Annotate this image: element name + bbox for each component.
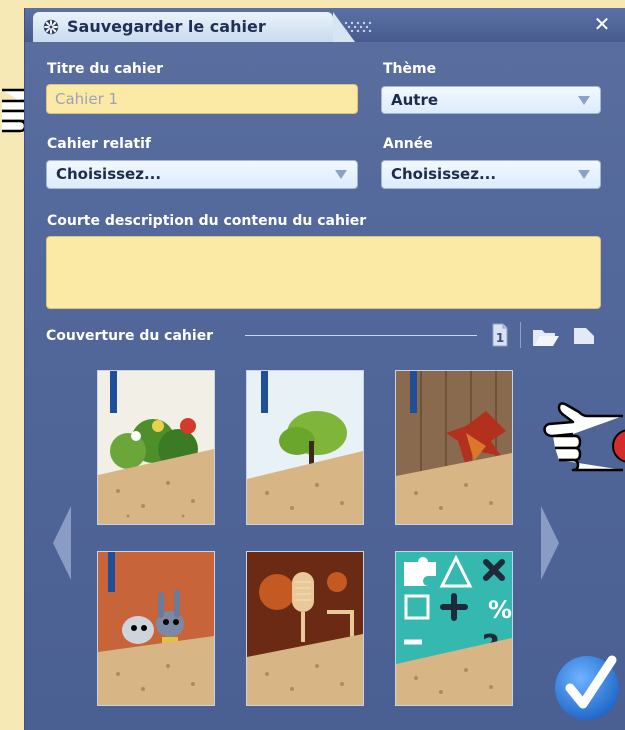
tree-cover-image bbox=[247, 371, 363, 524]
description-textarea[interactable] bbox=[46, 236, 601, 309]
cover-option-flowers[interactable] bbox=[97, 370, 215, 525]
cover-option-music[interactable] bbox=[246, 551, 364, 706]
pointing-hand-icon bbox=[543, 402, 625, 472]
theme-label: Thème bbox=[383, 61, 437, 77]
title-label: Titre du cahier bbox=[47, 61, 164, 77]
open-folder-icon[interactable] bbox=[531, 326, 561, 348]
cover-option-leaves[interactable] bbox=[395, 370, 513, 525]
confirm-button[interactable] bbox=[552, 652, 622, 722]
theme-select[interactable]: Autre bbox=[381, 86, 601, 114]
cover-label: Couverture du cahier bbox=[46, 328, 214, 344]
gear-icon bbox=[43, 19, 59, 35]
related-select[interactable]: Choisissez... bbox=[46, 160, 358, 189]
cover-option-tree[interactable] bbox=[246, 370, 364, 525]
toolbar-separator bbox=[520, 322, 521, 348]
svg-text:1: 1 bbox=[496, 331, 504, 345]
new-page-icon[interactable] bbox=[572, 326, 596, 346]
year-select-value: Choisissez... bbox=[391, 165, 497, 183]
cover-option-puzzle-math[interactable]: % ? bbox=[395, 551, 513, 706]
cover-option-rabbits[interactable] bbox=[97, 551, 215, 706]
page-number-icon[interactable]: 1 bbox=[489, 323, 509, 347]
chevron-down-icon bbox=[578, 170, 590, 179]
theme-select-value: Autre bbox=[391, 91, 439, 109]
dialog-title: Sauvegarder le cahier bbox=[67, 17, 266, 36]
music-cover-image bbox=[247, 552, 363, 705]
title-tab: Sauvegarder le cahier bbox=[33, 12, 355, 42]
related-select-value: Choisissez... bbox=[56, 165, 162, 183]
chevron-down-icon bbox=[335, 170, 347, 179]
save-notebook-dialog: Sauvegarder le cahier ✕ Titre du cahier … bbox=[24, 8, 625, 730]
title-input[interactable]: Cahier 1 bbox=[46, 84, 358, 114]
year-select[interactable]: Choisissez... bbox=[381, 160, 601, 189]
dialog-titlebar[interactable]: Sauvegarder le cahier ✕ bbox=[25, 8, 625, 42]
close-icon[interactable]: ✕ bbox=[592, 14, 612, 34]
year-label: Année bbox=[383, 136, 433, 152]
puzzle-math-cover-image: % ? bbox=[396, 552, 512, 705]
cover-divider bbox=[245, 335, 477, 336]
rabbits-cover-image bbox=[98, 552, 214, 705]
next-arrow-icon[interactable] bbox=[539, 504, 561, 582]
description-label: Courte description du contenu du cahier bbox=[47, 213, 367, 229]
svg-text:%: % bbox=[488, 596, 512, 624]
related-label: Cahier relatif bbox=[47, 136, 151, 152]
drag-grip-icon[interactable] bbox=[343, 20, 373, 32]
flowers-cover-image bbox=[98, 371, 214, 524]
previous-arrow-icon[interactable] bbox=[51, 504, 73, 582]
leaves-cover-image bbox=[396, 371, 512, 524]
title-input-placeholder: Cahier 1 bbox=[55, 90, 119, 108]
chevron-down-icon bbox=[578, 96, 590, 105]
